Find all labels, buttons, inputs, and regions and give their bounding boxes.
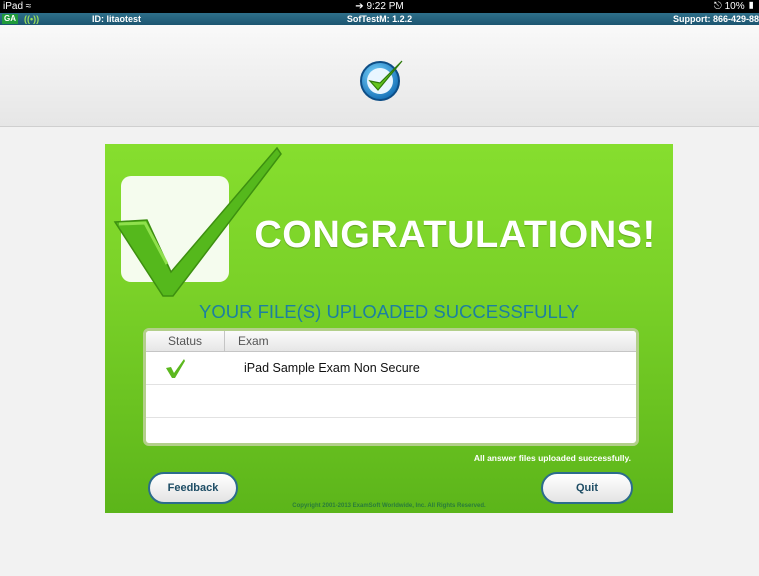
clock: ➔ 9:22 PM <box>0 0 759 13</box>
upload-success-message: YOUR FILE(S) UPLOADED SUCCESSFULLY <box>198 301 580 322</box>
info-bar: GA ((•)) ID: litaotest SofTestM: 1.2.2 S… <box>0 13 759 25</box>
app-version: SofTestM: 1.2.2 <box>346 14 413 24</box>
upload-note: All answer files uploaded successfully. <box>473 453 631 463</box>
time-text: 9:22 PM <box>366 1 404 12</box>
support-phone: Support: 866-429-88 <box>672 14 759 24</box>
table-row <box>146 418 636 443</box>
exam-name: iPad Sample Exam Non Secure <box>244 361 420 375</box>
quit-button[interactable]: Quit <box>541 472 633 504</box>
battery-percent: 10% <box>724 1 745 12</box>
table-row: iPad Sample Exam Non Secure <box>146 352 636 385</box>
battery-status: ⎋ 10% ▮ <box>714 0 755 13</box>
upload-success-panel: CONGRATULATIONS! YOUR FILE(S) UPLOADED S… <box>105 144 673 513</box>
location-icon: ➔ <box>355 1 364 12</box>
copyright-text: Copyright 2001-2013 ExamSoft Worldwide, … <box>292 503 486 509</box>
status-bar: iPad ≈ ➔ 9:22 PM ⎋ 10% ▮ <box>0 0 759 13</box>
upload-results-table: Status Exam iPad Sample Exam Non Secure <box>143 328 639 446</box>
battery-icon: ▮ <box>747 1 755 12</box>
rotation-lock-icon: ⎋ <box>713 1 722 12</box>
success-check-icon <box>166 359 185 378</box>
column-header-status: Status <box>146 331 225 351</box>
softest-logo-icon <box>360 60 403 101</box>
congratulations-heading: CONGRATULATIONS! <box>254 214 656 256</box>
column-header-exam: Exam <box>238 334 269 348</box>
table-row <box>146 385 636 418</box>
table-header: Status Exam <box>146 331 636 352</box>
feedback-button[interactable]: Feedback <box>148 472 238 504</box>
